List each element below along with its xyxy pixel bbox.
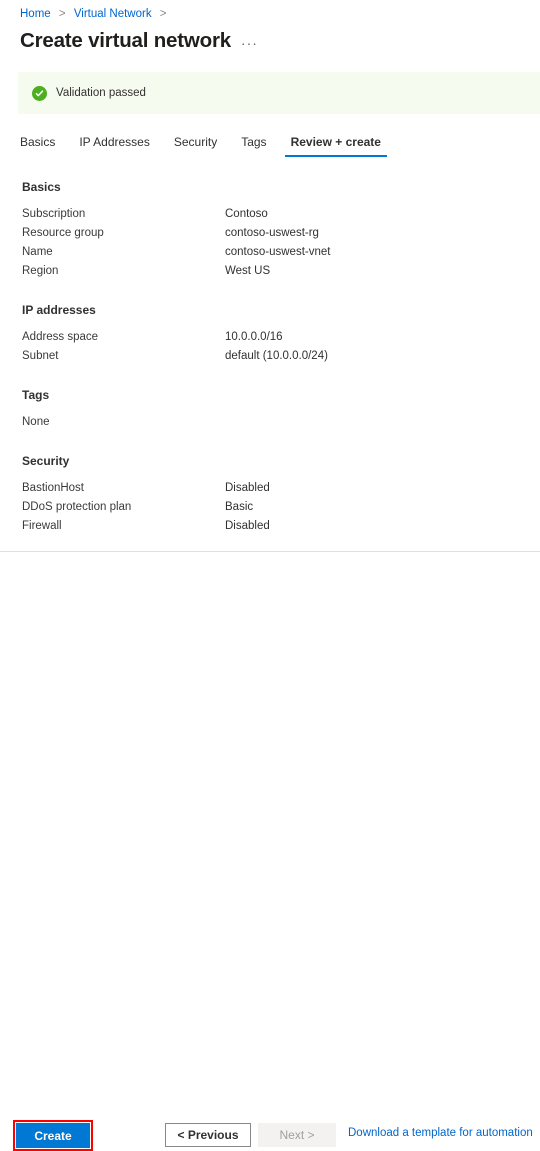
tags-empty-text: None bbox=[22, 416, 50, 428]
create-button[interactable]: Create bbox=[16, 1123, 90, 1148]
section-ip-addresses: IP addresses Address space 10.0.0.0/16 S… bbox=[22, 303, 522, 366]
summary-value: default (10.0.0.0/24) bbox=[225, 350, 328, 362]
summary-label: BastionHost bbox=[22, 482, 85, 494]
summary-value: Basic bbox=[225, 501, 254, 513]
summary-row: Subnet default (10.0.0.0/24) bbox=[22, 347, 522, 366]
summary-row: DDoS protection plan Basic bbox=[22, 498, 522, 517]
summary-label: Subscription bbox=[22, 208, 86, 220]
summary-label: Firewall bbox=[22, 520, 62, 532]
summary-value: contoso-uswest-vnet bbox=[225, 246, 331, 258]
tab-ip-addresses[interactable]: IP Addresses bbox=[67, 135, 162, 157]
summary-value: 10.0.0.0/16 bbox=[225, 331, 283, 343]
summary-row: BastionHost Disabled bbox=[22, 479, 522, 498]
summary-row: Resource group contoso-uswest-rg bbox=[22, 224, 522, 243]
review-summary: Basics Subscription Contoso Resource gro… bbox=[22, 180, 522, 558]
section-basics: Basics Subscription Contoso Resource gro… bbox=[22, 180, 522, 281]
validation-banner-text: Validation passed bbox=[56, 87, 146, 99]
summary-value: Disabled bbox=[225, 482, 270, 494]
next-button: Next > bbox=[258, 1123, 336, 1147]
summary-label: Address space bbox=[22, 331, 99, 343]
tab-basics[interactable]: Basics bbox=[20, 135, 67, 157]
summary-row: Name contoso-uswest-vnet bbox=[22, 243, 522, 262]
summary-label: Subnet bbox=[22, 350, 59, 362]
validation-banner: Validation passed bbox=[18, 72, 540, 114]
section-title: Security bbox=[22, 454, 70, 468]
overflow-menu-icon[interactable]: ··· bbox=[241, 36, 258, 54]
tab-tags[interactable]: Tags bbox=[229, 135, 278, 157]
summary-value: Disabled bbox=[225, 520, 270, 532]
summary-label: DDoS protection plan bbox=[22, 501, 132, 513]
summary-label: Name bbox=[22, 246, 53, 258]
breadcrumb-item-home[interactable]: Home bbox=[20, 8, 51, 20]
breadcrumb-separator-icon: > bbox=[58, 8, 66, 20]
summary-row: Subscription Contoso bbox=[22, 205, 522, 224]
page-title: Create virtual network bbox=[20, 29, 231, 52]
section-title: IP addresses bbox=[22, 303, 96, 317]
summary-label: Resource group bbox=[22, 227, 104, 239]
summary-value: contoso-uswest-rg bbox=[225, 227, 319, 239]
download-template-link[interactable]: Download a template for automation bbox=[348, 1127, 533, 1139]
summary-label: Region bbox=[22, 265, 59, 277]
breadcrumb-item-virtual-network[interactable]: Virtual Network bbox=[74, 8, 152, 20]
previous-button[interactable]: < Previous bbox=[165, 1123, 251, 1147]
check-circle-icon bbox=[32, 85, 47, 101]
page-header: Create virtual network ··· bbox=[20, 28, 258, 54]
section-tags: Tags None bbox=[22, 388, 522, 432]
tab-security[interactable]: Security bbox=[162, 135, 229, 157]
summary-row: Firewall Disabled bbox=[22, 517, 522, 536]
breadcrumb: Home > Virtual Network > bbox=[20, 6, 172, 22]
summary-row: Region West US bbox=[22, 262, 522, 281]
wizard-footer: Create < Previous Next > Download a temp… bbox=[0, 552, 540, 1151]
summary-value: Contoso bbox=[225, 208, 268, 220]
breadcrumb-separator-icon: > bbox=[159, 8, 167, 20]
section-title: Basics bbox=[22, 180, 61, 194]
wizard-tabs: Basics IP Addresses Security Tags Review… bbox=[20, 135, 393, 157]
section-security: Security BastionHost Disabled DDoS prote… bbox=[22, 454, 522, 536]
summary-row: Address space 10.0.0.0/16 bbox=[22, 328, 522, 347]
create-button-highlight: Create bbox=[13, 1120, 93, 1151]
summary-value: West US bbox=[225, 265, 271, 277]
tab-review-create[interactable]: Review + create bbox=[279, 135, 393, 157]
section-title: Tags bbox=[22, 388, 50, 402]
